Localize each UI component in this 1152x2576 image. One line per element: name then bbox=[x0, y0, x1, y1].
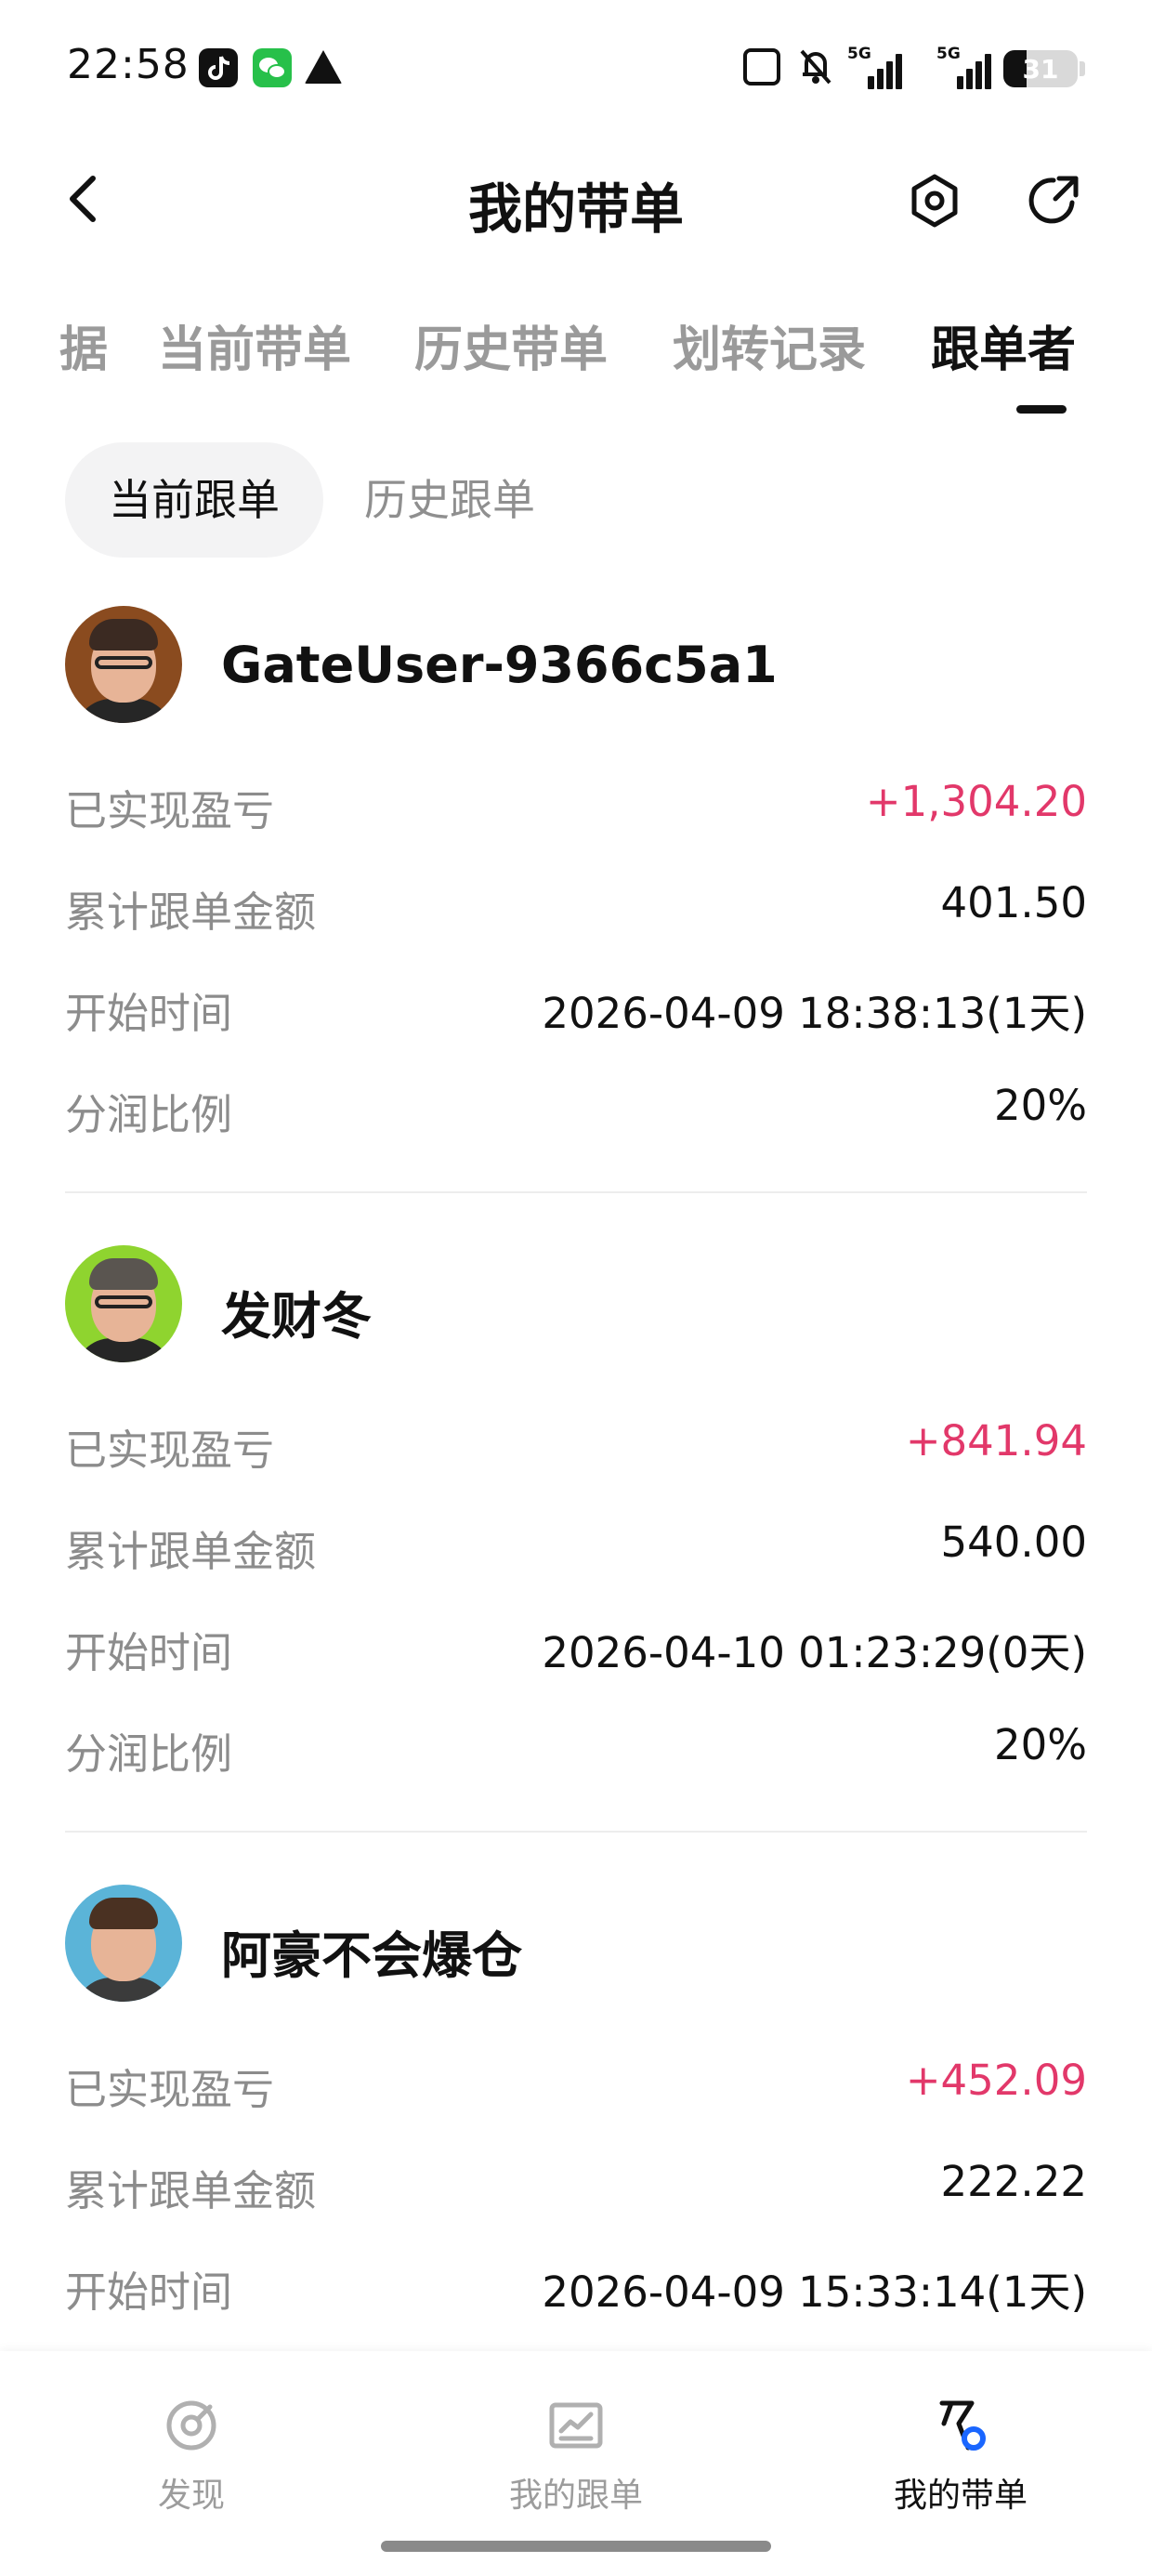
network-type: 5G bbox=[847, 45, 871, 63]
stat-label: 分润比例 bbox=[65, 1090, 233, 1139]
stat-label: 开始时间 bbox=[65, 2267, 233, 2317]
status-bar: 22:58 5G 5G 31 bbox=[0, 0, 1152, 139]
stat-label: 开始时间 bbox=[65, 1628, 233, 1677]
stat-row: 分润比例 20% bbox=[65, 1073, 1087, 1139]
total-follow-amount-value: 222.22 bbox=[940, 2157, 1087, 2206]
stat-row: 开始时间 2026-04-09 18:38:13(1天) bbox=[65, 972, 1087, 1038]
battery-icon: 31 bbox=[1003, 50, 1078, 87]
avatar bbox=[65, 1245, 182, 1362]
nfc-icon bbox=[743, 48, 780, 85]
stat-row: 开始时间 2026-04-10 01:23:29(0天) bbox=[65, 1611, 1087, 1677]
stat-label: 累计跟单金额 bbox=[65, 2166, 317, 2215]
stat-row: 分润比例 20% bbox=[65, 1713, 1087, 1779]
tab-indicator bbox=[1016, 405, 1067, 414]
nav-label: 我的跟单 bbox=[508, 2477, 643, 2515]
tiktok-icon bbox=[199, 48, 238, 87]
tab-history-lead[interactable]: 历史带单 bbox=[414, 310, 608, 380]
stat-label: 开始时间 bbox=[65, 989, 233, 1038]
subtab-history-follow[interactable]: 历史跟单 bbox=[364, 442, 535, 558]
avatar bbox=[65, 1885, 182, 2002]
stat-row: 累计跟单金额 540.00 bbox=[65, 1510, 1087, 1576]
divider bbox=[65, 1191, 1087, 1193]
nav-label: 发现 bbox=[157, 2477, 225, 2515]
stat-row: 已实现盈亏 +1,304.20 bbox=[65, 769, 1087, 835]
home-indicator[interactable] bbox=[381, 2541, 771, 2552]
discover-icon bbox=[166, 2400, 216, 2451]
warning-icon bbox=[305, 50, 342, 84]
status-time: 22:58 bbox=[67, 41, 190, 88]
tab-data[interactable]: 据 bbox=[59, 310, 108, 380]
mute-bell-icon bbox=[797, 46, 834, 87]
header: 我的带单 bbox=[0, 149, 1152, 251]
avatar bbox=[65, 606, 182, 723]
tab-current-lead[interactable]: 当前带单 bbox=[158, 310, 351, 380]
stat-label: 已实现盈亏 bbox=[65, 2065, 275, 2114]
realized-pnl-value: +1,304.20 bbox=[865, 777, 1087, 826]
follower-name: 发财冬 bbox=[221, 1287, 372, 1346]
stat-label: 分润比例 bbox=[65, 1729, 233, 1779]
total-follow-amount-value: 401.50 bbox=[940, 878, 1087, 927]
profit-share-value: 20% bbox=[993, 1081, 1087, 1130]
stat-label: 累计跟单金额 bbox=[65, 1527, 317, 1576]
chart-icon bbox=[549, 2402, 603, 2449]
divider bbox=[65, 1831, 1087, 1833]
stat-label: 累计跟单金额 bbox=[65, 887, 317, 937]
nav-label: 我的带单 bbox=[893, 2477, 1028, 2515]
stat-label: 已实现盈亏 bbox=[65, 1426, 275, 1475]
tab-followers[interactable]: 跟单者 bbox=[931, 310, 1076, 380]
hexagon-settings-icon bbox=[911, 174, 958, 228]
settings-button[interactable] bbox=[907, 173, 962, 229]
realized-pnl-value: +452.09 bbox=[905, 2056, 1087, 2105]
battery-tip bbox=[1080, 61, 1085, 76]
total-follow-amount-value: 540.00 bbox=[940, 1518, 1087, 1567]
page-title: 我的带单 bbox=[467, 177, 684, 241]
stat-row: 开始时间 2026-04-09 15:33:14(1天) bbox=[65, 2251, 1087, 2317]
start-time-value: 2026-04-09 18:38:13(1天) bbox=[542, 989, 1087, 1038]
share-icon bbox=[1028, 176, 1079, 224]
share-button[interactable] bbox=[1026, 173, 1081, 229]
subtab-current-follow[interactable]: 当前跟单 bbox=[65, 442, 323, 558]
profit-share-value: 20% bbox=[993, 1720, 1087, 1769]
nav-my-follow[interactable]: 我的跟单 bbox=[465, 2396, 687, 2517]
tab-transfer-records[interactable]: 划转记录 bbox=[673, 310, 866, 380]
start-time-value: 2026-04-10 01:23:29(0天) bbox=[542, 1628, 1087, 1677]
nav-discover[interactable]: 发现 bbox=[80, 2396, 303, 2517]
start-time-value: 2026-04-09 15:33:14(1天) bbox=[542, 2267, 1087, 2317]
stat-row: 累计跟单金额 401.50 bbox=[65, 871, 1087, 937]
stat-row: 累计跟单金额 222.22 bbox=[65, 2149, 1087, 2215]
stat-row: 已实现盈亏 +452.09 bbox=[65, 2048, 1087, 2114]
follower-name: GateUser-9366c5a1 bbox=[221, 636, 778, 694]
tab-bar: 据 当前带单 历史带单 划转记录 跟单者 bbox=[0, 297, 1152, 418]
network-type: 5G bbox=[936, 45, 961, 63]
signal-icon: 5G bbox=[936, 45, 992, 89]
wechat-icon bbox=[253, 48, 292, 87]
follower-card[interactable]: GateUser-9366c5a1 已实现盈亏 +1,304.20 累计跟单金额… bbox=[65, 606, 1087, 1245]
follower-name: 阿豪不会爆仓 bbox=[221, 1926, 522, 1985]
lead-trade-icon bbox=[939, 2400, 986, 2451]
stat-label: 已实现盈亏 bbox=[65, 786, 275, 835]
follower-card[interactable]: 发财冬 已实现盈亏 +841.94 累计跟单金额 540.00 开始时间 202… bbox=[65, 1245, 1087, 1885]
signal-icon: 5G bbox=[847, 45, 903, 89]
nav-my-lead[interactable]: 我的带单 bbox=[849, 2396, 1072, 2517]
stat-row: 已实现盈亏 +841.94 bbox=[65, 1409, 1087, 1475]
realized-pnl-value: +841.94 bbox=[905, 1416, 1087, 1465]
battery-level: 31 bbox=[1022, 54, 1059, 85]
